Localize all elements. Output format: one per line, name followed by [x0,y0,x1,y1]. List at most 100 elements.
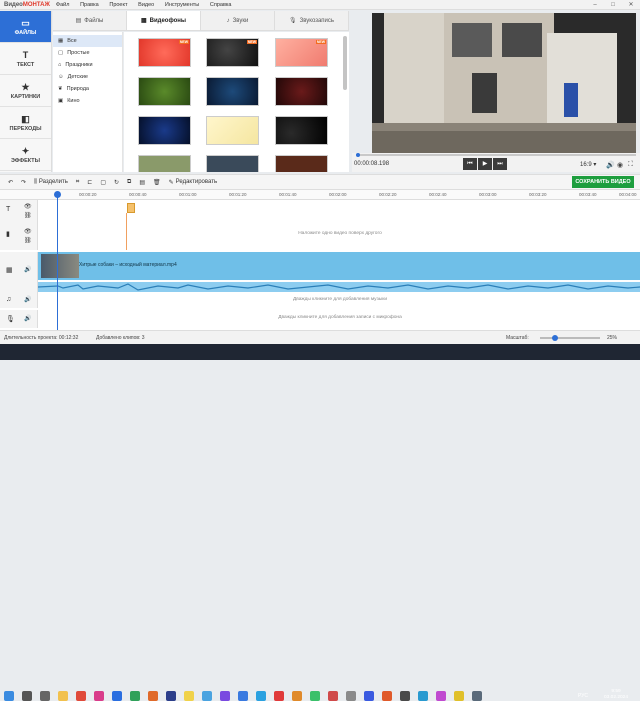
resize-button[interactable]: ▢ [100,179,106,186]
language-indicator[interactable]: РУС [578,693,588,699]
playhead[interactable] [57,192,58,330]
zoom-slider[interactable] [540,337,600,339]
app-icon[interactable] [274,691,284,701]
edit-button[interactable]: ✎ Редактировать [169,179,217,186]
redo-button[interactable]: ↷ [21,179,26,186]
next-frame-button[interactable]: ⏭ [493,158,507,170]
play-button[interactable]: ▶ [478,158,492,170]
fullscreen-icon[interactable]: ⛶ [628,161,633,169]
thumbnail-hearts[interactable]: NEW [138,38,191,67]
nav-pictures[interactable]: ★ КАРТИНКИ [0,75,51,107]
audio-waveform[interactable] [38,282,640,292]
app-icon[interactable] [148,691,158,701]
menu-edit[interactable]: Правка [80,2,99,8]
thumbnail-green-frame[interactable] [138,77,191,106]
tab-sounds[interactable]: ♪ Звуки [201,11,275,30]
viber-icon[interactable] [220,691,230,701]
crop-button[interactable]: ⌗ [76,179,79,186]
speaker-icon[interactable]: 🔊 [24,315,31,322]
thumbnail-bokeh[interactable] [138,155,191,172]
maximize-button[interactable]: □ [604,0,622,10]
app-icon[interactable] [292,691,302,701]
link-icon[interactable]: ⛓ [24,237,32,244]
volume-icon[interactable]: 🔊 [606,161,615,169]
telegram-icon[interactable] [256,691,266,701]
thumbnail-yellow-flowers[interactable] [206,116,259,145]
thumbnail-snow[interactable] [206,155,259,172]
category-simple[interactable]: ▢ Простые [53,47,122,59]
app-icon[interactable] [238,691,248,701]
photoshop-icon[interactable] [166,691,176,701]
zoom-thumb[interactable] [552,335,558,341]
speaker-icon[interactable]: 🔊 [24,266,31,273]
nav-transitions[interactable]: ◧ ПЕРЕХОДЫ [0,107,51,139]
app-icon[interactable] [472,691,482,701]
category-nature[interactable]: ❦ Природа [53,83,122,95]
thumbnail-blue-lights[interactable] [206,77,259,106]
taskbar-clock[interactable]: 9:59 03.02.2024 [604,689,628,701]
app-icon[interactable] [130,691,140,701]
tab-recording[interactable]: 🎙 Звукозапись [275,11,349,30]
player-seekbar[interactable] [356,154,636,156]
tab-files[interactable]: ▤ Файлы [53,11,127,30]
app-icon[interactable] [184,691,194,701]
timeline-ruler[interactable]: 00:00:20 00:00:40 00:01:00 00:01:20 00:0… [0,190,640,200]
taskview-icon[interactable] [40,691,50,701]
tab-video-backgrounds[interactable]: ▦ Видеофоны [127,11,201,30]
menu-video[interactable]: Видео [138,2,154,8]
thumbnail-blue-stars[interactable] [138,116,191,145]
search-icon[interactable] [22,691,32,701]
delete-button[interactable]: 🗑 [153,179,161,186]
thumbnail-red-swirl[interactable] [275,77,328,106]
nav-effects[interactable]: ✦ ЭФФЕКТЫ [0,139,51,171]
seekbar-thumb[interactable] [356,153,360,157]
app-icon[interactable] [418,691,428,701]
category-cinema[interactable]: ▣ Кино [53,95,122,107]
aspect-ratio-select[interactable]: 16:9 ▾ [580,161,596,168]
link-icon[interactable]: ⛓ [24,212,32,219]
copy-button[interactable]: ⧉ [127,179,131,186]
app-icon[interactable] [382,691,392,701]
app-icon[interactable] [328,691,338,701]
menu-project[interactable]: Проект [109,2,127,8]
menu-help[interactable]: Справка [210,2,232,8]
timeline-marker[interactable] [127,203,135,213]
category-holidays[interactable]: ⌂ Праздники [53,59,122,71]
thumbnail-dark-arc[interactable] [275,116,328,145]
nav-files[interactable]: ▭ ФАЙЛЫ [0,11,51,43]
rotate-button[interactable]: ↻ [114,179,119,186]
start-icon[interactable] [4,691,14,701]
speaker-icon[interactable]: 🔊 [24,296,31,303]
save-video-button[interactable]: СОХРАНИТЬ ВИДЕО [572,176,634,188]
app-icon[interactable] [310,691,320,701]
app-icon[interactable] [112,691,122,701]
undo-button[interactable]: ↶ [8,179,13,186]
explorer-icon[interactable] [58,691,68,701]
menu-file[interactable]: Файл [56,2,70,8]
category-all[interactable]: ▦ Все [53,35,122,47]
browser-icon[interactable] [76,691,86,701]
app-icon[interactable] [94,691,104,701]
app-icon[interactable] [436,691,446,701]
visibility-icon[interactable]: 👁 [24,228,32,235]
gallery-scrollbar[interactable] [343,36,347,90]
trim-button[interactable]: ⊏ [87,179,92,186]
minimize-button[interactable]: – [586,0,604,10]
app-icon[interactable] [400,691,410,701]
app-icon[interactable] [202,691,212,701]
close-button[interactable]: ✕ [622,0,640,10]
menu-tools[interactable]: Инструменты [165,2,199,8]
thumbnail-pink-glow[interactable]: NEW [275,38,328,67]
app-icon[interactable] [364,691,374,701]
playhead-handle[interactable] [54,191,61,198]
visibility-icon[interactable]: 👁 [24,203,32,210]
category-kids[interactable]: ☺ Детские [53,71,122,83]
nav-text[interactable]: T ТЕКСТ [0,43,51,75]
split-button[interactable]: ⫼ Разделить [34,179,68,186]
thumbnail-dark-sparkles[interactable]: NEW [206,38,259,67]
paste-button[interactable]: ▤ [139,179,145,186]
thumbnail-orange[interactable] [275,155,328,172]
app-icon[interactable] [346,691,356,701]
app-icon[interactable] [454,691,464,701]
snapshot-icon[interactable]: ◉ [617,161,623,169]
